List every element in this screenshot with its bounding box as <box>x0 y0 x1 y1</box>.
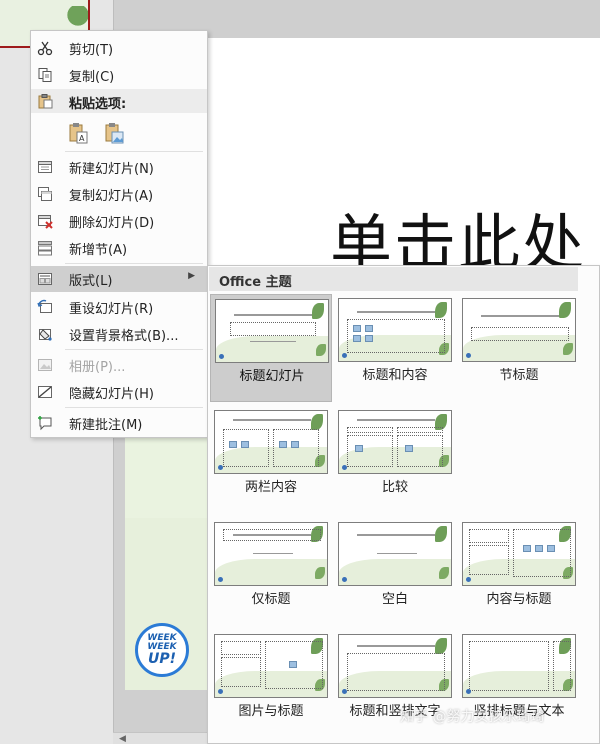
layout-caption: 标题和内容 <box>362 368 428 383</box>
photo-album-icon <box>38 359 52 371</box>
menu-item-label: 复制(C) <box>69 70 115 85</box>
menu-separator <box>65 349 203 350</box>
layout-thumbnail <box>338 298 452 362</box>
layout-caption: 空白 <box>381 592 408 607</box>
menu-item-label: 删除幻灯片(D) <box>69 216 155 231</box>
layout-thumbnail <box>215 299 329 363</box>
scroll-left-icon[interactable]: ◀ <box>119 734 126 744</box>
menu-item-photo-album: 相册(P)... <box>31 352 207 378</box>
menu-item-label: 剪切(T) <box>69 43 114 58</box>
layout-thumbnail <box>214 410 328 474</box>
layout-icon <box>38 273 52 285</box>
layout-caption: 比较 <box>381 480 408 495</box>
paste-options-header: 粘贴选项: <box>31 89 207 113</box>
menu-item-layout[interactable]: 版式(L) ▶ <box>31 266 207 292</box>
layout-caption: 内容与标题 <box>486 592 552 607</box>
layout-thumbnail <box>338 410 452 474</box>
layout-picture-with-caption[interactable]: 图片与标题 <box>210 630 332 738</box>
add-section-icon <box>38 241 52 256</box>
menu-item-format-background[interactable]: 设置背景格式(B)... <box>31 321 207 347</box>
layout-caption: 仅标题 <box>251 592 291 607</box>
menu-item-hide-slide[interactable]: 隐藏幻灯片(H) <box>31 379 207 405</box>
menu-item-label: 新建批注(M) <box>69 418 143 433</box>
svg-text:A: A <box>79 134 85 143</box>
menu-item-label: 隐藏幻灯片(H) <box>69 387 154 402</box>
paste-options-label: 粘贴选项: <box>69 97 127 112</box>
keep-text-only-icon[interactable]: A <box>68 122 88 144</box>
clipboard-icon <box>38 94 53 109</box>
layout-thumbnail <box>338 634 452 698</box>
menu-item-cut[interactable]: 剪切(T) <box>31 35 207 61</box>
paste-as-picture-icon[interactable] <box>104 122 124 144</box>
menu-item-label: 设置背景格式(B)... <box>69 329 179 344</box>
menu-item-new-comment[interactable]: 新建批注(M) <box>31 410 207 436</box>
layout-comparison[interactable]: 比较 <box>334 406 456 514</box>
layout-caption: 两栏内容 <box>244 480 297 495</box>
layout-thumbnail <box>462 298 576 362</box>
scissors-icon <box>37 41 53 56</box>
duplicate-slide-icon <box>38 187 52 201</box>
layout-caption: 图片与标题 <box>238 704 304 719</box>
menu-item-add-section[interactable]: 新增节(A) <box>31 235 207 261</box>
hide-slide-icon <box>38 386 52 398</box>
menu-item-copy[interactable]: 复制(C) <box>31 62 207 88</box>
menu-item-label: 复制幻灯片(A) <box>69 189 154 204</box>
format-background-icon <box>39 329 52 341</box>
gallery-header: Office 主题 <box>209 267 578 291</box>
menu-item-label: 重设幻灯片(R) <box>69 302 154 317</box>
layout-thumbnail <box>462 522 576 586</box>
context-menu: 剪切(T) 复制(C) 粘贴选项: A 新建幻灯片(N) 复制幻灯片(A) 删除… <box>30 30 208 438</box>
menu-separator <box>65 151 203 152</box>
layout-caption: 标题幻灯片 <box>239 369 305 384</box>
layout-thumbnail <box>462 634 576 698</box>
menu-item-reset-slide[interactable]: 重设幻灯片(R) <box>31 294 207 320</box>
weekweekup-logo: WEEK WEEK UP! <box>135 623 189 677</box>
layout-title-slide[interactable]: 标题幻灯片 <box>210 294 332 402</box>
layout-section-header[interactable]: 节标题 <box>458 294 580 402</box>
zhihu-watermark: 知乎 @努力女孩乐琦琦 <box>400 709 545 725</box>
menu-item-label: 版式(L) <box>69 274 113 289</box>
menu-item-label: 新建幻灯片(N) <box>69 162 154 177</box>
layout-two-content[interactable]: 两栏内容 <box>210 406 332 514</box>
layout-thumbnail <box>214 522 328 586</box>
menu-item-delete-slide[interactable]: 删除幻灯片(D) <box>31 208 207 234</box>
reset-slide-icon <box>37 299 52 313</box>
menu-item-duplicate-slide[interactable]: 复制幻灯片(A) <box>31 181 207 207</box>
layout-title-and-content[interactable]: 标题和内容 <box>334 294 456 402</box>
new-slide-icon <box>38 161 52 173</box>
layout-caption: 节标题 <box>499 368 539 383</box>
submenu-arrow-icon: ▶ <box>188 271 195 281</box>
layout-content-with-caption[interactable]: 内容与标题 <box>458 518 580 626</box>
menu-item-new-slide[interactable]: 新建幻灯片(N) <box>31 154 207 180</box>
menu-item-label: 相册(P)... <box>69 360 126 375</box>
new-comment-icon <box>38 416 52 431</box>
layout-title-only[interactable]: 仅标题 <box>210 518 332 626</box>
menu-separator <box>65 263 203 264</box>
layout-gallery: Office 主题 标题幻灯片 标题和内容 节标题 两栏内容 比较 仅标题 空白… <box>207 265 600 744</box>
layout-thumbnail <box>338 522 452 586</box>
layout-thumbnail <box>214 634 328 698</box>
copy-icon <box>38 68 52 82</box>
menu-item-label: 新增节(A) <box>69 243 128 258</box>
menu-separator <box>65 407 203 408</box>
theme-name: Office 主题 <box>219 275 292 290</box>
delete-slide-icon <box>38 215 53 229</box>
layout-blank[interactable]: 空白 <box>334 518 456 626</box>
